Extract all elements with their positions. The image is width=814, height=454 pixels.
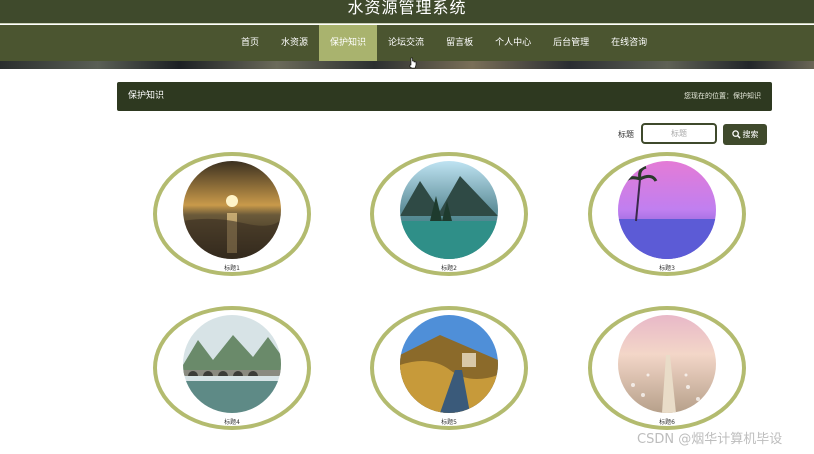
card-image[interactable] [400, 161, 498, 259]
search-button-label: 搜索 [742, 130, 759, 139]
search-icon [731, 130, 741, 139]
card-image[interactable] [183, 315, 281, 413]
card-caption[interactable]: 标题6 [588, 417, 746, 426]
nav-item-online-consult[interactable]: 在线咨询 [600, 25, 658, 61]
card-image[interactable] [618, 315, 716, 413]
breadcrumb: 您现在的位置：保护知识 [684, 92, 761, 100]
card-image[interactable] [183, 161, 281, 259]
search-button[interactable]: 搜索 [723, 124, 767, 145]
knowledge-card[interactable]: 标题3 [588, 152, 746, 276]
banner-image [0, 61, 814, 69]
section-title: 保护知识 [128, 91, 165, 101]
card-caption[interactable]: 标题4 [153, 417, 311, 426]
nav-item-admin[interactable]: 后台管理 [542, 25, 600, 61]
nav-item-personal-center[interactable]: 个人中心 [484, 25, 542, 61]
knowledge-card[interactable]: 标题1 [153, 152, 311, 276]
card-caption[interactable]: 标题1 [153, 263, 311, 272]
search-label: 标题 [618, 130, 634, 139]
card-caption[interactable]: 标题2 [370, 263, 528, 272]
search-input[interactable] [641, 123, 717, 144]
card-caption[interactable]: 标题3 [588, 263, 746, 272]
nav-item-message-board[interactable]: 留言板 [435, 25, 484, 61]
section-header: 保护知识 您现在的位置：保护知识 [117, 82, 772, 111]
nav-item-home[interactable]: 首页 [230, 25, 270, 61]
nav-item-protection-knowledge[interactable]: 保护知识 [319, 25, 378, 61]
knowledge-card[interactable]: 标题6 [588, 306, 746, 430]
site-title: 水资源管理系统 [347, 0, 467, 17]
nav-items: 首页 水资源 保护知识 论坛交流 留言板 个人中心 后台管理 在线咨询 [230, 25, 658, 61]
mouse-cursor-icon [409, 57, 417, 69]
nav-item-water-resources[interactable]: 水资源 [270, 25, 319, 61]
card-image[interactable] [400, 315, 498, 413]
nav-item-forum[interactable]: 论坛交流 [377, 25, 435, 61]
site-header: 水资源管理系统 [0, 0, 814, 24]
card-image[interactable] [618, 161, 716, 259]
main-nav: 首页 水资源 保护知识 论坛交流 留言板 个人中心 后台管理 在线咨询 [0, 25, 814, 61]
card-caption[interactable]: 标题5 [370, 417, 528, 426]
knowledge-card[interactable]: 标题4 [153, 306, 311, 430]
knowledge-card[interactable]: 标题5 [370, 306, 528, 430]
knowledge-card[interactable]: 标题2 [370, 152, 528, 276]
watermark: CSDN @烟华计算机毕设 [637, 432, 783, 447]
